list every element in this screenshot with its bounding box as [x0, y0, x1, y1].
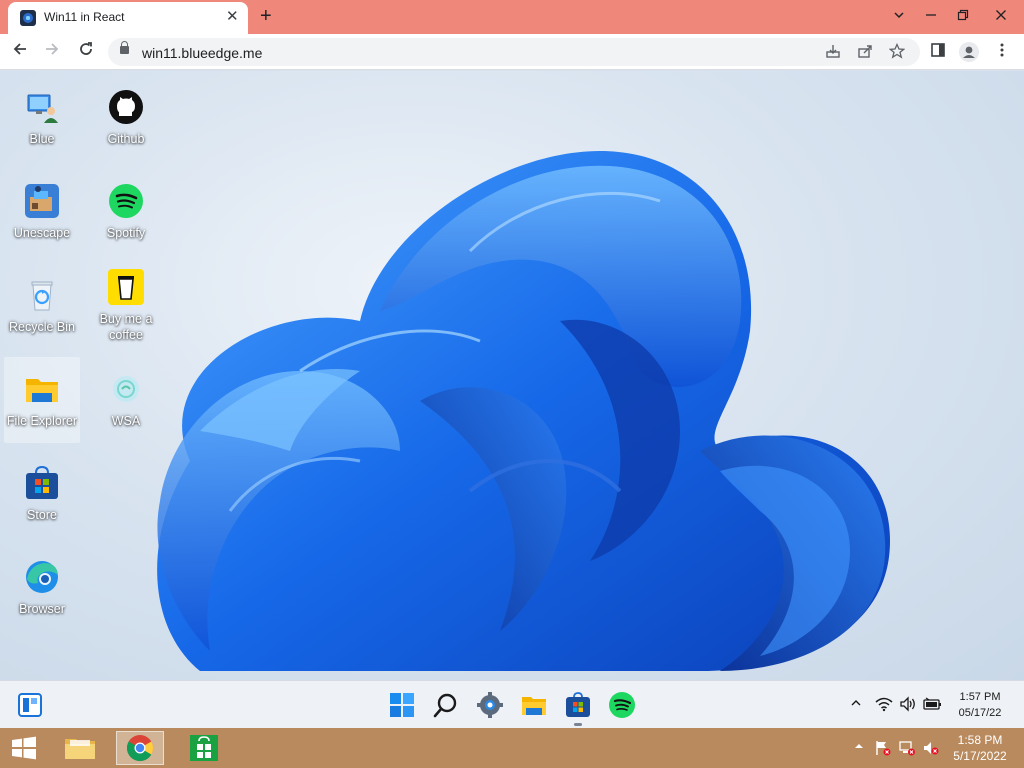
- browser-titlebar: Win11 in React ✕ +: [0, 0, 1024, 34]
- host-clock[interactable]: 1:58 PM 5/17/2022: [940, 732, 1020, 764]
- desktop-icon-label: Browser: [19, 602, 65, 616]
- lock-icon[interactable]: [120, 41, 129, 54]
- desktop-icon-browser[interactable]: Browser: [4, 559, 80, 617]
- host-volume-muted-icon[interactable]: [922, 740, 940, 756]
- desktop-icon-buy-me-a-coffee[interactable]: Buy me a coffee: [88, 269, 164, 343]
- file-explorer-icon[interactable]: [520, 691, 548, 719]
- forward-arrow-icon[interactable]: [40, 40, 64, 64]
- desktop-icon-github[interactable]: Github: [88, 89, 164, 147]
- desktop-icon-label: File Explorer: [6, 414, 78, 428]
- volume-icon[interactable]: [898, 696, 918, 714]
- edge-icon: [24, 559, 60, 595]
- desktop-icon-label: WSA: [111, 414, 141, 428]
- action-center-flag-icon[interactable]: [874, 740, 892, 756]
- spotify-icon: [108, 183, 144, 219]
- battery-icon[interactable]: [922, 696, 942, 714]
- desktop-icon-label: Blue: [29, 132, 55, 146]
- github-icon: [108, 89, 144, 125]
- desktop-icon-wsa[interactable]: WSA: [88, 371, 164, 429]
- folder-icon: [24, 371, 60, 407]
- desktop-icon-recycle-bin[interactable]: Recycle Bin: [4, 277, 80, 335]
- desktop-icon-label: Recycle Bin: [9, 320, 75, 334]
- unescape-game-icon: [24, 183, 60, 219]
- desktop-icon-blue[interactable]: Blue: [4, 89, 80, 147]
- coffee-cup-icon: [108, 269, 144, 305]
- host-date-text: 5/17/2022: [953, 749, 1007, 763]
- recycle-bin-icon: [24, 277, 60, 313]
- reload-icon[interactable]: [74, 40, 98, 64]
- computer-user-icon: [24, 89, 60, 125]
- desktop-icon-label: Spotify: [106, 226, 146, 240]
- install-app-icon[interactable]: [824, 43, 842, 61]
- address-bar[interactable]: win11.blueedge.me: [108, 38, 920, 66]
- network-icon[interactable]: [898, 740, 916, 756]
- start-windows-icon[interactable]: [388, 691, 416, 719]
- host-time-text: 1:58 PM: [957, 733, 1003, 747]
- new-tab-button[interactable]: +: [260, 5, 272, 27]
- back-arrow-icon[interactable]: [8, 40, 32, 64]
- w11-time-text: 1:57 PM: [959, 691, 1001, 703]
- minimize-icon[interactable]: [914, 4, 948, 28]
- host-file-explorer-icon[interactable]: [56, 731, 104, 765]
- settings-gear-icon[interactable]: [476, 691, 504, 719]
- win11-favicon-icon: [20, 10, 36, 26]
- host-chevron-up-icon[interactable]: [850, 740, 868, 756]
- widgets-icon[interactable]: [16, 691, 44, 719]
- tab-title: Win11 in React: [44, 10, 125, 24]
- desktop-icon-label: Github: [107, 132, 145, 146]
- host-start-windows-icon[interactable]: [0, 731, 48, 765]
- desktop-icon-store[interactable]: Store: [4, 465, 80, 523]
- desktop-icon-label: Unescape: [13, 226, 71, 240]
- desktop-icon-spotify[interactable]: Spotify: [88, 183, 164, 241]
- desktop-icon-label: Store: [27, 508, 57, 522]
- menu-kebab-icon[interactable]: [992, 42, 1012, 62]
- desktop-icon-file-explorer[interactable]: File Explorer: [4, 357, 80, 443]
- desktop-icon-unescape[interactable]: Unescape: [4, 183, 80, 241]
- share-icon[interactable]: [856, 43, 874, 61]
- store-icon: [24, 465, 60, 501]
- tab-search-icon[interactable]: [882, 4, 916, 28]
- host-taskbar: 1:58 PM 5/17/2022: [0, 728, 1024, 768]
- browser-toolbar: win11.blueedge.me: [0, 34, 1024, 70]
- w11-clock[interactable]: 1:57 PM 05/17/22: [940, 689, 1020, 721]
- chevron-up-icon[interactable]: [846, 696, 866, 714]
- url-text[interactable]: win11.blueedge.me: [142, 45, 262, 61]
- host-store-icon[interactable]: [180, 731, 228, 765]
- wifi-icon[interactable]: [874, 696, 894, 714]
- bookmark-star-icon[interactable]: [888, 42, 906, 61]
- spotify-taskbar-icon[interactable]: [608, 691, 636, 719]
- search-icon[interactable]: [432, 691, 460, 719]
- desktop[interactable]: Blue Unescape Recycle Bin File Explorer …: [0, 71, 1024, 680]
- host-chrome-icon[interactable]: [116, 731, 164, 765]
- desktop-icon-label: Buy me a coffee: [99, 312, 153, 342]
- wsa-android-icon: [108, 371, 144, 407]
- store-taskbar-icon[interactable]: [564, 691, 592, 719]
- side-panel-icon[interactable]: [928, 42, 948, 62]
- browser-tab[interactable]: Win11 in React ✕: [8, 2, 248, 34]
- close-window-icon[interactable]: [984, 4, 1018, 28]
- w11-date-text: 05/17/22: [958, 707, 1002, 719]
- restore-icon[interactable]: [946, 4, 980, 28]
- profile-avatar-icon[interactable]: [959, 42, 979, 62]
- running-indicator: [574, 723, 582, 726]
- tab-close-icon[interactable]: ✕: [226, 9, 239, 25]
- win11-taskbar: 1:57 PM 05/17/22: [0, 680, 1024, 728]
